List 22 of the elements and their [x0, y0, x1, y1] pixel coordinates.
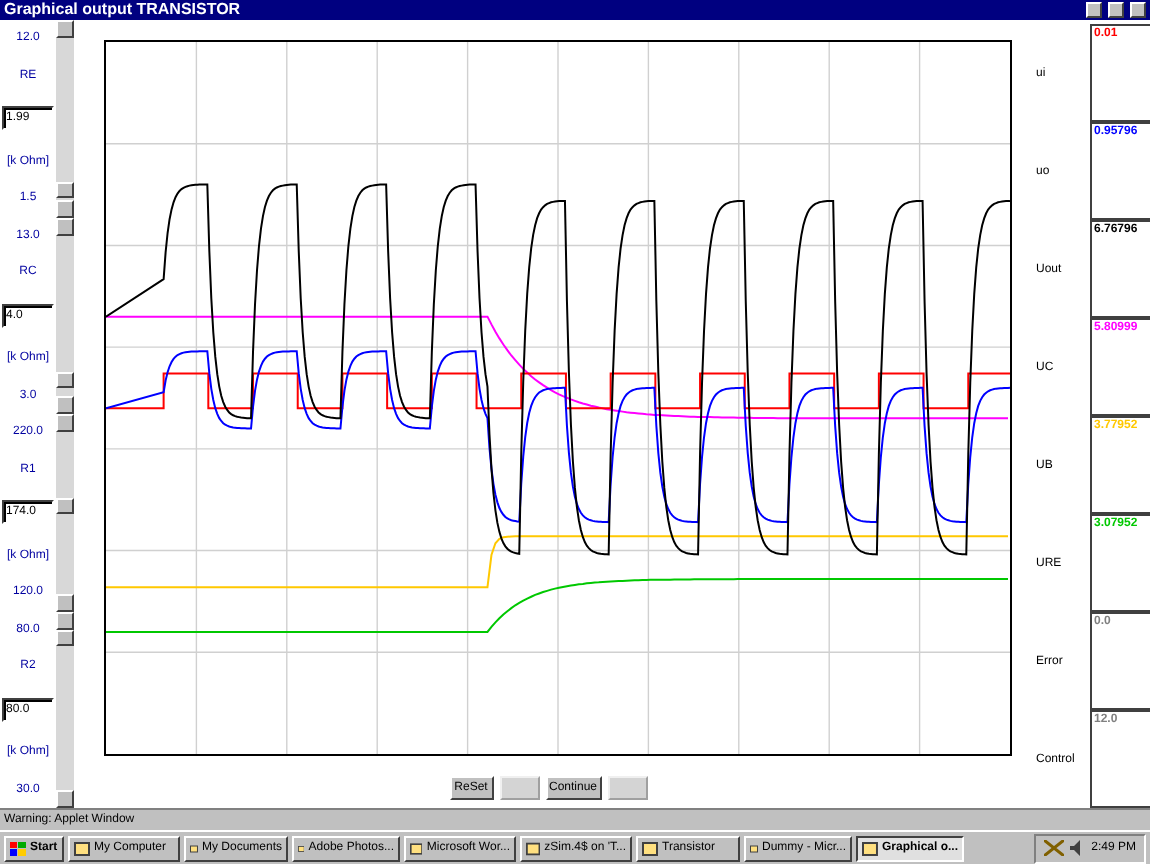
window-icon	[526, 841, 541, 855]
window-icon	[74, 841, 90, 855]
scroll-down-button[interactable]	[56, 790, 74, 808]
slider-thumb[interactable]	[56, 182, 74, 199]
window-icon	[190, 841, 198, 855]
maximize-button[interactable]	[1108, 2, 1124, 18]
scroll-up-button[interactable]	[56, 414, 74, 432]
slider-thumb[interactable]	[56, 371, 74, 388]
tray-icon	[1043, 840, 1064, 856]
window-icon	[642, 841, 658, 855]
window-icon	[298, 841, 305, 855]
window-icon	[750, 841, 758, 855]
windows-flag-icon	[10, 841, 26, 855]
window-title: Graphical output TRANSISTOR	[4, 0, 243, 20]
minimize-button[interactable]	[1086, 2, 1102, 18]
window-icon	[862, 841, 878, 855]
scroll-up-button[interactable]	[56, 20, 74, 38]
window-icon	[410, 841, 423, 855]
scroll-down-button[interactable]	[56, 396, 74, 414]
speaker-icon	[1069, 840, 1086, 856]
slider-thumb[interactable]	[56, 498, 74, 515]
close-button[interactable]	[1130, 2, 1146, 18]
